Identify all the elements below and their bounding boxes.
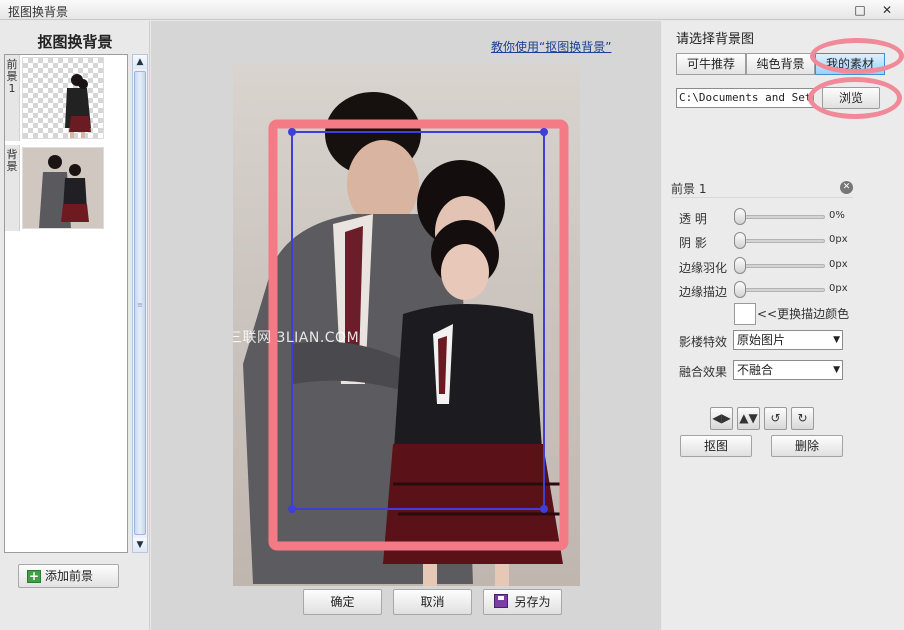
layer-tag: 前景1 <box>5 55 20 141</box>
scroll-grip-icon: ≡ <box>137 301 143 309</box>
layer-settings-header: 前景 1 ✕ <box>671 180 853 198</box>
background-section-heading: 请选择背景图 <box>676 32 755 47</box>
slider-knob[interactable] <box>734 232 746 249</box>
work-area: 教你使用“抠图换背景” 三联网 3LIAN.COM 确定 取消 另存为 <box>151 21 661 630</box>
title-bar: 抠图换背景 □ ✕ <box>0 0 904 20</box>
layer-item-background[interactable]: 背景 <box>5 145 127 231</box>
foreground-thumbnail <box>22 57 104 139</box>
feather-slider-row: 边缘羽化 0px <box>679 256 889 276</box>
foreground-figures-image <box>65 74 91 138</box>
stroke-slider[interactable] <box>737 288 825 292</box>
slider-value: 0% <box>829 210 845 221</box>
save-as-label: 另存为 <box>514 595 551 609</box>
layer-settings-title: 前景 1 <box>671 182 707 196</box>
blend-select[interactable]: 不融合 ▼ <box>733 360 843 380</box>
close-button[interactable]: ✕ <box>879 2 895 18</box>
rotate-right-icon[interactable]: ↻ <box>791 407 814 430</box>
effect-row: 影楼特效 原始图片 ▼ <box>679 330 899 352</box>
window-title: 抠图换背景 <box>8 5 69 19</box>
change-stroke-color-link[interactable]: <<更换描边颜色 <box>757 305 849 322</box>
photo-illustration <box>243 92 569 586</box>
slider-label: 边缘描边 <box>679 285 728 299</box>
cancel-button[interactable]: 取消 <box>393 589 472 615</box>
stroke-slider-row: 边缘描边 0px <box>679 280 889 300</box>
layer-tag: 背景 <box>5 145 20 231</box>
effect-value: 原始图片 <box>737 333 786 347</box>
blend-value: 不融合 <box>737 363 774 377</box>
add-foreground-button[interactable]: + 添加前景 <box>18 564 119 588</box>
layer-item-foreground[interactable]: 前景1 <box>5 55 127 141</box>
tab-recommended[interactable]: 可牛推荐 <box>676 53 746 75</box>
slider-knob[interactable] <box>734 208 746 225</box>
photo-canvas[interactable]: 三联网 3LIAN.COM <box>233 64 580 586</box>
layer-panel: 抠图换背景 前景1 背景 ▲ ≡ ▼ + 添加前景 <box>0 21 150 630</box>
blend-row: 融合效果 不融合 ▼ <box>679 360 899 382</box>
confirm-button[interactable]: 确定 <box>303 589 382 615</box>
effect-label: 影楼特效 <box>679 335 728 349</box>
cutout-button[interactable]: 抠图 <box>680 435 752 457</box>
add-foreground-label: 添加前景 <box>45 569 94 583</box>
layer-list: 前景1 背景 <box>4 54 128 553</box>
highlight-ring-browse <box>808 77 902 119</box>
restore-button[interactable]: □ <box>852 2 868 18</box>
slider-label: 边缘羽化 <box>679 261 728 275</box>
feather-slider[interactable] <box>737 264 825 268</box>
background-thumbnail <box>22 147 104 229</box>
background-photo-image <box>23 148 103 228</box>
slider-value: 0px <box>829 259 848 270</box>
shadow-slider[interactable] <box>737 239 825 243</box>
scroll-thumb[interactable]: ≡ <box>134 71 146 535</box>
file-path-input[interactable]: C:\Documents and Setti <box>676 88 814 108</box>
flip-vertical-icon[interactable]: ▲▼ <box>737 407 760 430</box>
opacity-slider[interactable] <box>737 215 825 219</box>
slider-knob[interactable] <box>734 257 746 274</box>
scroll-up-icon[interactable]: ▲ <box>133 55 147 69</box>
slider-label: 透 明 <box>679 212 707 226</box>
blend-label: 融合效果 <box>679 365 728 379</box>
slider-value: 0px <box>829 234 848 245</box>
slider-value: 0px <box>829 283 848 294</box>
save-icon <box>494 594 509 608</box>
help-link[interactable]: 教你使用“抠图换背景” <box>491 38 611 55</box>
layer-list-scrollbar[interactable]: ▲ ≡ ▼ <box>132 54 148 553</box>
chevron-down-icon: ▼ <box>833 335 840 345</box>
highlight-ring-tab <box>810 38 904 74</box>
slider-label: 阴 影 <box>679 236 707 250</box>
close-icon[interactable]: ✕ <box>840 181 853 194</box>
effect-select[interactable]: 原始图片 ▼ <box>733 330 843 350</box>
tab-solid-color[interactable]: 纯色背景 <box>746 53 815 75</box>
save-as-button[interactable]: 另存为 <box>483 589 562 615</box>
opacity-slider-row: 透 明 0% <box>679 207 889 227</box>
scroll-down-icon[interactable]: ▼ <box>133 538 147 552</box>
panel-heading: 抠图换背景 <box>37 33 113 51</box>
stroke-color-swatch[interactable] <box>734 303 756 325</box>
shadow-slider-row: 阴 影 0px <box>679 231 889 251</box>
chevron-down-icon: ▼ <box>833 365 840 375</box>
flip-horizontal-icon[interactable]: ◀▶ <box>710 407 733 430</box>
slider-knob[interactable] <box>734 281 746 298</box>
add-icon: + <box>27 569 41 583</box>
rotate-left-icon[interactable]: ↺ <box>764 407 787 430</box>
delete-button[interactable]: 删除 <box>771 435 843 457</box>
watermark-text: 三联网 3LIAN.COM <box>233 330 360 346</box>
